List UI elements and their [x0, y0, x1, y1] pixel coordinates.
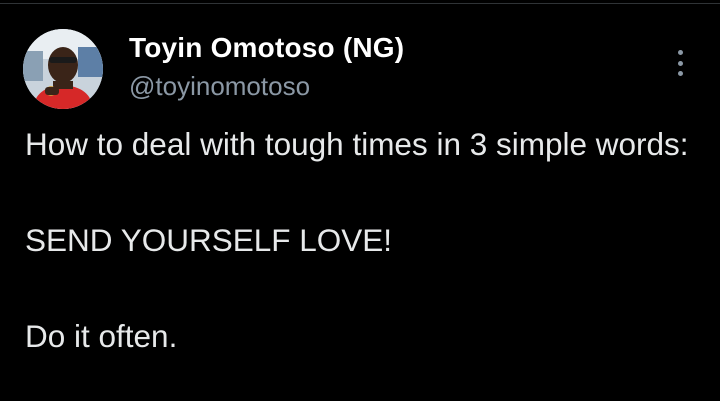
more-vertical-icon	[677, 50, 683, 55]
author-avatar[interactable]	[23, 29, 103, 109]
tweet-line: How to deal with tough times in 3 simple…	[25, 126, 689, 162]
tweet-line: Do it often.	[25, 318, 178, 354]
more-dot	[677, 60, 683, 66]
tweet-card[interactable]: Toyin Omotoso (NG) @toyinomotoso How to …	[0, 0, 720, 401]
author-display-name[interactable]: Toyin Omotoso (NG)	[129, 32, 404, 64]
more-options-button[interactable]	[668, 46, 692, 80]
more-dot	[677, 71, 683, 76]
author-handle[interactable]: @toyinomotoso	[129, 71, 310, 102]
avatar-photo-icon	[23, 29, 103, 109]
tweet-body: How to deal with tough times in 3 simple…	[25, 120, 705, 360]
tweet-line: SEND YOURSELF LOVE!	[25, 222, 393, 258]
